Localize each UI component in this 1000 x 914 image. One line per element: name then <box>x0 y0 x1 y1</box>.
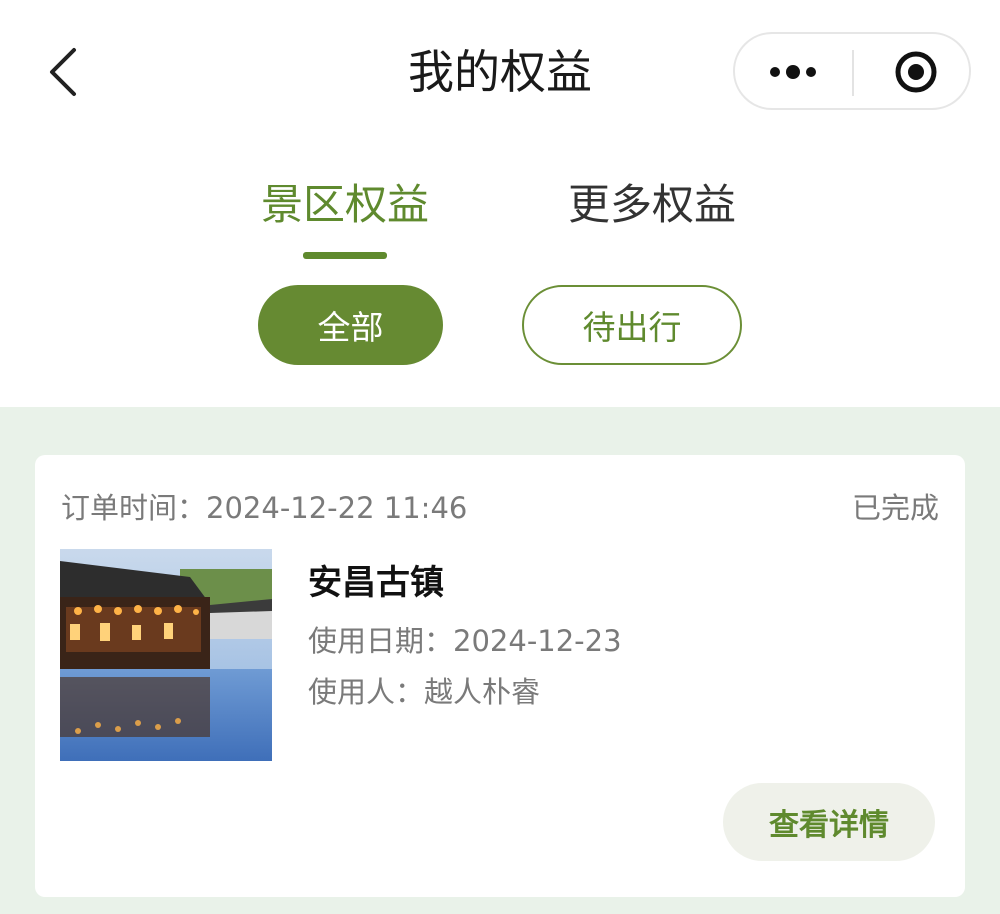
order-card[interactable]: 订单时间：2024-12-22 11:46 已完成 安昌古镇 使用日期：2024… <box>35 455 965 897</box>
status-badge: 已完成 <box>851 491 939 525</box>
scenic-thumbnail <box>60 549 272 761</box>
mini-program-capsule <box>733 32 971 110</box>
use-date-label: 使用日期： <box>308 624 454 658</box>
filter-all-button[interactable]: 全部 <box>258 285 443 365</box>
more-dots-icon <box>770 65 816 79</box>
order-time-label: 订单时间： <box>61 491 207 525</box>
more-button[interactable] <box>755 46 855 98</box>
tab-scenic-benefits[interactable]: 景区权益 <box>261 176 429 234</box>
view-details-button[interactable]: 查看详情 <box>723 783 935 861</box>
capsule-divider <box>852 50 854 96</box>
active-tab-indicator <box>303 252 387 259</box>
close-miniprogram-button[interactable] <box>875 46 957 98</box>
tab-more-benefits[interactable]: 更多权益 <box>568 176 736 234</box>
nav-bar: 我的权益 <box>0 0 1000 140</box>
filter-pending-button[interactable]: 待出行 <box>522 285 742 365</box>
user-name: 使用人：越人朴睿 <box>308 669 540 711</box>
target-icon <box>895 51 937 93</box>
order-time: 订单时间：2024-12-22 11:46 <box>61 485 467 527</box>
user-value: 越人朴睿 <box>424 675 541 709</box>
scenic-spot-name: 安昌古镇 <box>308 563 444 603</box>
user-label: 使用人： <box>308 675 425 709</box>
use-date: 使用日期：2024-12-23 <box>308 618 622 660</box>
order-time-value: 2024-12-22 11:46 <box>206 491 468 525</box>
use-date-value: 2024-12-23 <box>453 624 622 658</box>
